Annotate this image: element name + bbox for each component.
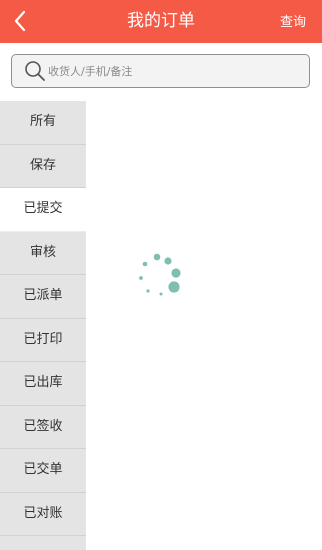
search-bar bbox=[0, 43, 322, 103]
sidebar-item-saved[interactable]: 保存 bbox=[0, 145, 86, 188]
sidebar-item-printed[interactable]: 已打印 bbox=[0, 319, 86, 362]
order-list-area bbox=[86, 101, 322, 550]
search-icon bbox=[25, 61, 45, 81]
search-input[interactable] bbox=[48, 55, 298, 87]
status-sidebar: 所有 保存 已提交 审核 已派单 已打印 已出库 已签收 已交单 已对账 bbox=[0, 101, 86, 550]
loading-spinner-icon bbox=[139, 253, 181, 296]
sidebar-item-review[interactable]: 审核 bbox=[0, 232, 86, 275]
back-button[interactable] bbox=[6, 6, 34, 36]
sidebar-item-shipped[interactable]: 已出库 bbox=[0, 362, 86, 406]
sidebar-item-all[interactable]: 所有 bbox=[0, 101, 86, 145]
search-box[interactable] bbox=[11, 54, 310, 88]
sidebar-item-dispatched[interactable]: 已派单 bbox=[0, 275, 86, 319]
page-title: 我的订单 bbox=[127, 11, 195, 31]
query-button[interactable]: 查询 bbox=[280, 0, 306, 43]
chevron-left-icon bbox=[14, 10, 26, 32]
sidebar-item-handed-over[interactable]: 已交单 bbox=[0, 449, 86, 493]
app-header: 我的订单 查询 bbox=[0, 0, 322, 43]
sidebar-item-submitted[interactable]: 已提交 bbox=[0, 188, 86, 232]
sidebar-item-signed[interactable]: 已签收 bbox=[0, 406, 86, 449]
sidebar-item-reconciled[interactable]: 已对账 bbox=[0, 493, 86, 536]
